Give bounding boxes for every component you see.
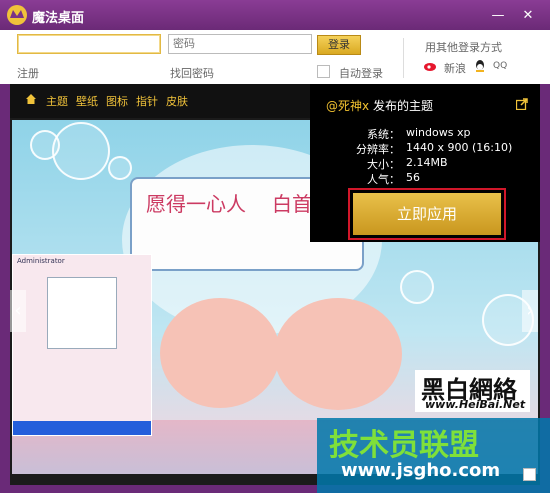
bubble [400, 270, 434, 304]
watermark-jsgho-text: 技术员联盟 [329, 428, 479, 463]
popularity-value: 56 [406, 171, 420, 184]
login-panel: 登录 注册 找回密码 自动登录 用其他登录方式 新浪 QQ [0, 30, 550, 84]
character-left [160, 298, 280, 408]
watermark-heibai: 黑白網絡 www.HeiBai.Net [415, 370, 530, 412]
resolution-value: 1440 x 900 (16:10) [406, 141, 513, 154]
divider [403, 38, 404, 78]
thumbnail-title: Administrator [17, 257, 65, 265]
login-button[interactable]: 登录 [317, 35, 361, 55]
qq-login-link[interactable]: QQ [493, 61, 507, 71]
close-button[interactable]: ✕ [515, 9, 541, 25]
system-label: 系统： [367, 128, 400, 141]
thumbnail-window [47, 277, 117, 349]
nav-cursor[interactable]: 指针 [136, 93, 158, 109]
minimize-button[interactable]: — [485, 9, 511, 25]
nav-theme[interactable]: 主题 [46, 93, 68, 109]
bottom-checkbox[interactable] [523, 468, 536, 481]
watermark-jsgho: 技术员联盟 www.jsgho.com [317, 418, 550, 493]
auto-login-label: 自动登录 [339, 67, 383, 80]
apply-highlight: 立即应用 [348, 188, 506, 240]
resolution-label: 分辨率： [356, 143, 400, 156]
size-label: 大小： [367, 158, 400, 171]
nav-icons[interactable]: 图标 [106, 93, 128, 109]
home-icon[interactable] [26, 94, 36, 104]
next-arrow-icon[interactable]: › [522, 290, 538, 332]
nav-skin[interactable]: 皮肤 [166, 93, 188, 109]
auto-login-checkbox[interactable] [317, 65, 330, 78]
watermark-heibai-url: www.HeiBai.Net [425, 398, 526, 411]
wallpaper-text-left: 愿得一心人 [146, 192, 246, 216]
title-bar: 魔法桌面 — ✕ [0, 0, 550, 30]
other-login-label: 用其他登录方式 [425, 41, 502, 54]
author-suffix: 发布的主题 [372, 99, 433, 113]
app-title: 魔法桌面 [32, 11, 85, 26]
bubble [108, 156, 132, 180]
forgot-password-link[interactable]: 找回密码 [170, 65, 214, 81]
share-icon[interactable] [516, 98, 528, 110]
apply-now-button[interactable]: 立即应用 [353, 193, 501, 235]
app-logo-icon [7, 5, 27, 25]
username-input[interactable] [17, 34, 161, 54]
size-value: 2.14MB [406, 156, 448, 169]
system-value: windows xp [406, 126, 471, 139]
register-link[interactable]: 注册 [17, 65, 39, 81]
bubble [52, 122, 110, 180]
nav-wallpaper[interactable]: 壁纸 [76, 93, 98, 109]
theme-author: @死神x 发布的主题 [326, 97, 433, 114]
author-name[interactable]: @死神x [326, 99, 369, 113]
desktop-thumbnail[interactable]: Administrator [12, 254, 152, 436]
thumbnail-taskbar [13, 421, 151, 435]
weibo-icon[interactable] [423, 59, 437, 73]
character-right [274, 298, 402, 410]
theme-info-panel: @死神x 发布的主题 系统： windows xp 分辨率： 1440 x 90… [310, 84, 540, 242]
weibo-login-link[interactable]: 新浪 [444, 60, 466, 76]
popularity-label: 人气： [367, 173, 400, 186]
prev-arrow-icon[interactable]: ‹ [10, 290, 26, 332]
password-input[interactable] [168, 34, 312, 54]
watermark-jsgho-url: www.jsgho.com [341, 460, 501, 481]
qq-icon[interactable] [473, 59, 487, 73]
